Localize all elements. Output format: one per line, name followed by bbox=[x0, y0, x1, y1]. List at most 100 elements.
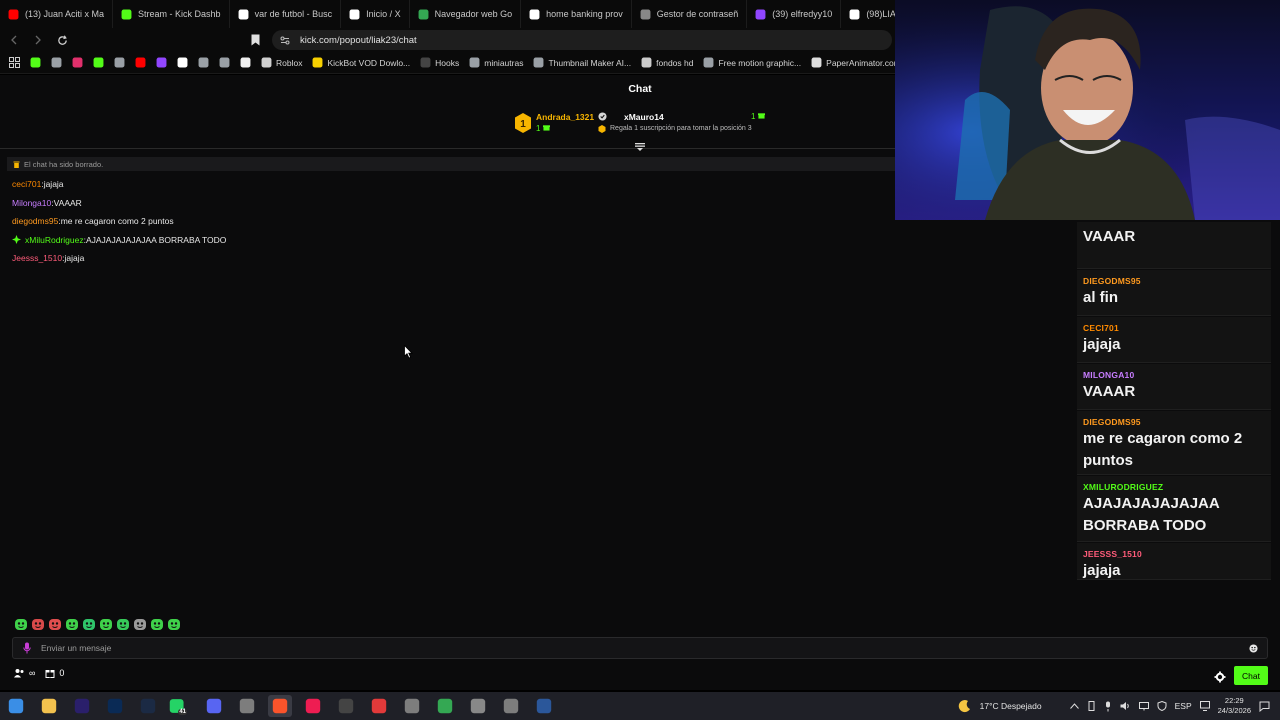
clock[interactable]: 22:29 24/3/2026 bbox=[1218, 696, 1251, 716]
emote-button[interactable] bbox=[99, 618, 113, 631]
emote-icon bbox=[134, 619, 146, 630]
apps-shortcut[interactable] bbox=[6, 57, 23, 68]
bookmark-item[interactable] bbox=[111, 57, 128, 68]
message-input-box[interactable] bbox=[12, 637, 1268, 659]
bookmark-item[interactable]: KickBot VOD Dowlo... bbox=[309, 57, 413, 68]
kick-icon bbox=[121, 9, 132, 19]
browser-tab[interactable]: Stream - Kick Dashb bbox=[113, 0, 230, 28]
display-icon[interactable] bbox=[1199, 701, 1210, 711]
taskbar-app[interactable] bbox=[37, 695, 61, 717]
bookmark-item[interactable]: Free motion graphic... bbox=[700, 57, 804, 68]
youtube-icon bbox=[135, 57, 146, 68]
bookmark-item[interactable]: fondos hd bbox=[638, 57, 696, 68]
bookmark-item[interactable] bbox=[132, 57, 149, 68]
emote-button[interactable] bbox=[116, 618, 130, 631]
bookmark-item[interactable] bbox=[48, 57, 65, 68]
settings-gear-icon[interactable] bbox=[1213, 670, 1227, 684]
bookmark-item[interactable] bbox=[153, 57, 170, 68]
send-chat-button[interactable]: Chat bbox=[1234, 666, 1268, 685]
taskbar-app[interactable] bbox=[268, 695, 292, 717]
bookmark-item[interactable] bbox=[237, 57, 254, 68]
bookmark-item[interactable] bbox=[174, 57, 191, 68]
microphone-icon[interactable] bbox=[23, 642, 31, 654]
bookmark-item[interactable]: Thumbnail Maker AI... bbox=[530, 57, 634, 68]
taskbar-app[interactable] bbox=[400, 695, 424, 717]
bookmark-item[interactable] bbox=[195, 57, 212, 68]
taskbar-app[interactable] bbox=[103, 695, 127, 717]
taskbar-app[interactable] bbox=[433, 695, 457, 717]
taskbar-app[interactable] bbox=[367, 695, 391, 717]
taskbar-app[interactable] bbox=[70, 695, 94, 717]
taskbar-app[interactable] bbox=[301, 695, 325, 717]
hooks-icon bbox=[420, 57, 431, 68]
bookmark-item[interactable]: Hooks bbox=[417, 57, 462, 68]
browser-tab[interactable]: (39) elfredyy10 bbox=[747, 0, 842, 28]
chevron-up-icon[interactable] bbox=[1069, 703, 1079, 709]
gifts-button[interactable]: 0 bbox=[45, 668, 64, 678]
chat-username[interactable]: ceci701 bbox=[12, 179, 41, 189]
emote-button[interactable] bbox=[31, 618, 45, 631]
gift-leaderboard[interactable]: 1 Andrada_1321 1 xMauro14 1 Regala 1 sus… bbox=[514, 111, 774, 139]
taskbar-app[interactable] bbox=[334, 695, 358, 717]
browser-tab[interactable]: (98)LIAK (@ bbox=[841, 0, 895, 28]
volume-icon[interactable] bbox=[1120, 701, 1131, 711]
chat-username[interactable]: Jeesss_1510 bbox=[12, 253, 62, 263]
chat-cleared-text: El chat ha sido borrado. bbox=[24, 159, 104, 169]
bookmark-item[interactable] bbox=[90, 57, 107, 68]
reload-button[interactable] bbox=[52, 30, 72, 50]
bookmark-item[interactable] bbox=[216, 57, 233, 68]
browser-tab[interactable]: Gestor de contraseñ bbox=[632, 0, 748, 28]
url-field[interactable]: kick.com/popout/liak23/chat bbox=[272, 30, 892, 50]
kick-icon bbox=[30, 57, 41, 68]
message-input[interactable] bbox=[41, 638, 1231, 658]
bookmark-page-button[interactable] bbox=[248, 32, 262, 48]
chat-username[interactable]: Milonga10 bbox=[12, 198, 51, 208]
security-icon[interactable] bbox=[1157, 701, 1167, 711]
taskbar-app[interactable] bbox=[136, 695, 160, 717]
viewers-button[interactable]: ∞ bbox=[14, 668, 35, 678]
clock-time: 22:29 bbox=[1224, 696, 1244, 705]
emote-button[interactable] bbox=[133, 618, 147, 631]
emote-button[interactable] bbox=[150, 618, 164, 631]
twitch-icon bbox=[755, 9, 766, 19]
language-indicator[interactable]: ESP bbox=[1175, 701, 1192, 711]
emote-button[interactable] bbox=[65, 618, 79, 631]
bookmark-item[interactable]: PaperAnimator.com... bbox=[808, 57, 895, 68]
bookmark-item[interactable] bbox=[69, 57, 86, 68]
browser-tab[interactable]: (13) Juan Aciti x Ma bbox=[0, 0, 114, 28]
notifications-icon[interactable] bbox=[1259, 701, 1270, 712]
bookmark-label: Roblox bbox=[276, 57, 303, 68]
bookmark-item[interactable] bbox=[27, 57, 44, 68]
usb-icon[interactable] bbox=[1087, 701, 1096, 711]
x-icon bbox=[349, 9, 360, 19]
bookmark-item[interactable]: Roblox bbox=[258, 57, 305, 68]
taskbar-app[interactable] bbox=[532, 695, 556, 717]
taskbar-app[interactable] bbox=[235, 695, 259, 717]
taskbar-app[interactable] bbox=[466, 695, 490, 717]
taskbar-app[interactable]: 41 bbox=[169, 695, 193, 717]
leaderboard-first-name: Andrada_1321 bbox=[536, 112, 595, 122]
back-button[interactable] bbox=[4, 30, 24, 50]
browser-tab[interactable]: home banking prov bbox=[521, 0, 632, 28]
browser-tab[interactable]: var de futbol - Busc bbox=[230, 0, 342, 28]
taskbar-app[interactable] bbox=[4, 695, 28, 717]
microphone-tray-icon[interactable] bbox=[1104, 701, 1112, 712]
bookmark-item[interactable]: miniautras bbox=[466, 57, 526, 68]
emote-button[interactable] bbox=[14, 618, 28, 631]
taskbar-app[interactable] bbox=[202, 695, 226, 717]
chat-username[interactable]: xMiluRodriguez bbox=[25, 235, 84, 245]
chat-username[interactable]: diegodms95 bbox=[12, 216, 58, 226]
browser-tab[interactable]: Navegador web Go bbox=[410, 0, 522, 28]
emote-button[interactable] bbox=[167, 618, 181, 631]
forward-button[interactable] bbox=[28, 30, 48, 50]
emote-button[interactable] bbox=[48, 618, 62, 631]
browser-tab[interactable]: Inicio / X bbox=[341, 0, 410, 28]
gift-count: 0 bbox=[59, 668, 65, 678]
emoji-picker-icon[interactable] bbox=[1249, 644, 1258, 653]
browser-tab-label: (39) elfredyy10 bbox=[772, 9, 833, 19]
taskbar-app[interactable] bbox=[499, 695, 523, 717]
network-icon[interactable] bbox=[1138, 701, 1149, 711]
collapse-pinned-icon[interactable] bbox=[634, 142, 646, 152]
emote-button[interactable] bbox=[82, 618, 96, 631]
leaderboard-hint: Regala 1 suscripción para tomar la posic… bbox=[610, 125, 752, 132]
